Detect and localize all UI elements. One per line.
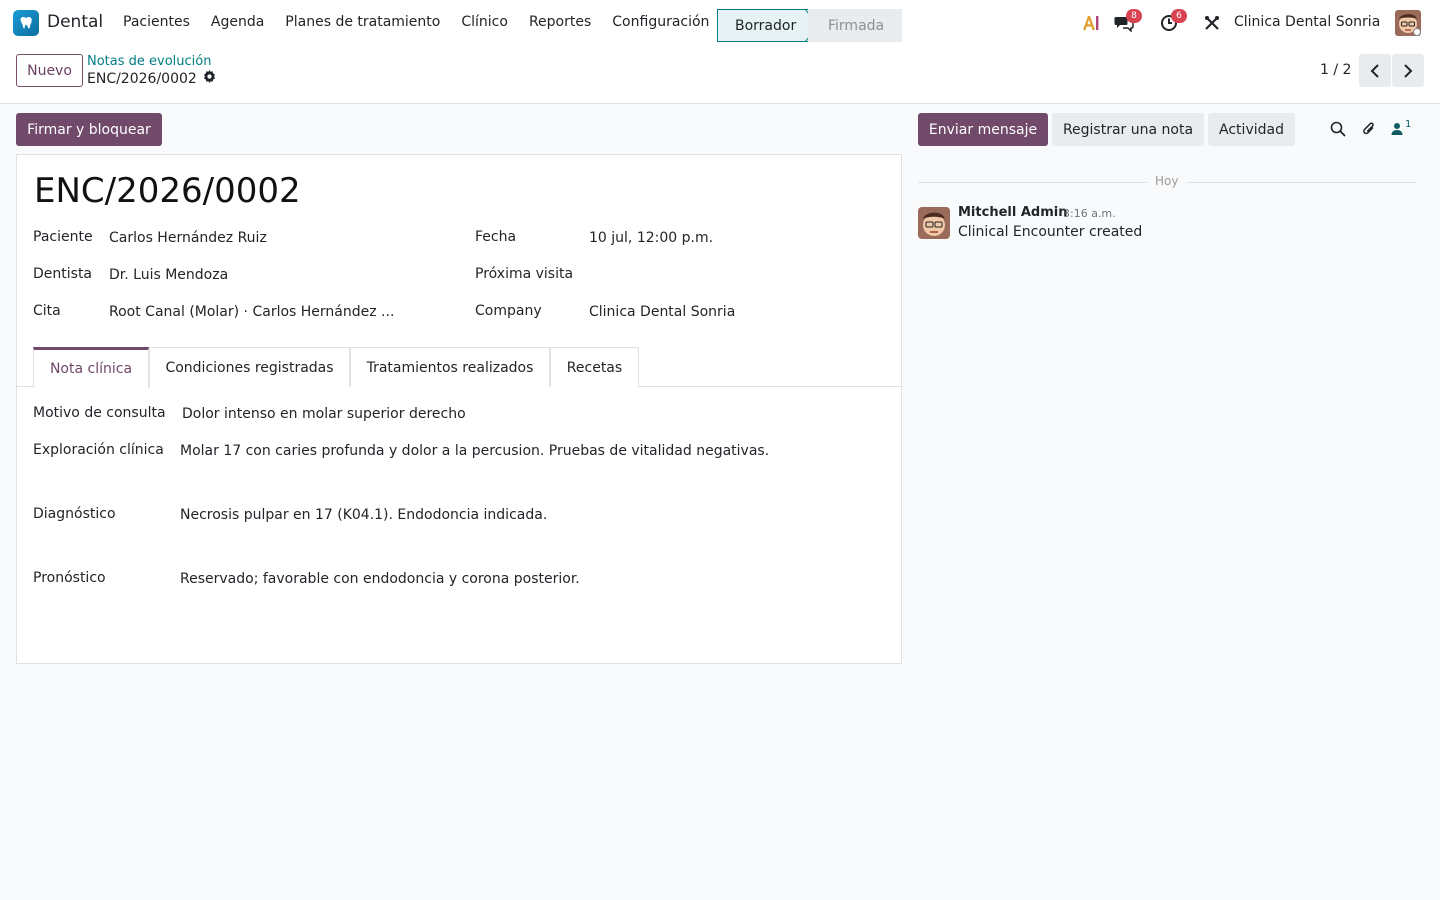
- tooth-app-icon[interactable]: [13, 10, 39, 36]
- message-author[interactable]: Mitchell Admin: [958, 205, 1067, 220]
- field-label-company: Company: [475, 303, 542, 319]
- followers-count: 1: [1405, 118, 1412, 130]
- log-note-button[interactable]: Registrar una nota: [1052, 113, 1204, 146]
- activities-clock-icon[interactable]: 6: [1159, 9, 1187, 33]
- note-label-exploracion: Exploración clínica: [33, 442, 164, 458]
- activity-button[interactable]: Actividad: [1208, 113, 1295, 146]
- field-label-proxima-visita: Próxima visita: [475, 266, 574, 282]
- tab-recetas[interactable]: Recetas: [550, 347, 639, 387]
- note-exploracion[interactable]: Molar 17 con caries profunda y dolor a l…: [180, 443, 769, 459]
- note-motivo[interactable]: Dolor intenso en molar superior derecho: [182, 406, 466, 422]
- pager-next-button[interactable]: [1392, 54, 1424, 87]
- activities-badge: 6: [1171, 9, 1187, 23]
- send-message-button[interactable]: Enviar mensaje: [918, 113, 1048, 146]
- chevron-right-icon: [1404, 63, 1413, 78]
- date-divider-label: Hoy: [1155, 174, 1179, 188]
- menu-configuracion[interactable]: Configuración: [612, 14, 709, 30]
- date-divider-line-left: [918, 182, 1147, 183]
- field-company[interactable]: Clinica Dental Sonria: [589, 304, 735, 320]
- stage-selector: Borrador: [717, 9, 819, 42]
- field-paciente[interactable]: Carlos Hernández Ruiz: [109, 230, 267, 246]
- field-label-cita: Cita: [33, 303, 61, 319]
- menu-planes[interactable]: Planes de tratamiento: [285, 14, 440, 30]
- messages-icon[interactable]: 8: [1114, 9, 1142, 33]
- date-divider-line-right: [1187, 182, 1416, 183]
- main-menu: Pacientes Agenda Planes de tratamiento C…: [123, 14, 730, 30]
- note-label-motivo: Motivo de consulta: [33, 405, 166, 421]
- ai-icon[interactable]: [1081, 13, 1101, 33]
- gear-icon[interactable]: [203, 70, 216, 87]
- field-label-paciente: Paciente: [33, 229, 93, 245]
- note-label-pronostico: Pronóstico: [33, 570, 106, 586]
- menu-agenda[interactable]: Agenda: [211, 14, 264, 30]
- pager-value[interactable]: 1 / 2: [1320, 62, 1351, 78]
- tab-condiciones[interactable]: Condiciones registradas: [149, 347, 350, 387]
- menu-pacientes[interactable]: Pacientes: [123, 14, 190, 30]
- message-author-avatar[interactable]: [918, 207, 950, 239]
- search-icon[interactable]: [1328, 119, 1348, 139]
- tab-nota-clinica[interactable]: Nota clínica: [33, 347, 149, 388]
- message-body: Clinical Encounter created: [958, 224, 1143, 240]
- breadcrumb-parent[interactable]: Notas de evolución: [87, 54, 211, 69]
- form-statusbar: Firmar y bloquear: [0, 104, 910, 154]
- field-cita[interactable]: Root Canal (Molar) · Carlos Hernández ..…: [109, 304, 394, 320]
- menu-reportes[interactable]: Reportes: [529, 14, 591, 30]
- pager-previous-button[interactable]: [1359, 54, 1391, 87]
- field-dentista[interactable]: Dr. Luis Mendoza: [109, 267, 228, 283]
- app-name[interactable]: Dental: [47, 12, 103, 32]
- note-pronostico[interactable]: Reservado; favorable con endodoncia y co…: [180, 571, 580, 587]
- stage-signed[interactable]: Firmada: [808, 9, 902, 42]
- messages-badge: 8: [1126, 9, 1142, 23]
- field-label-dentista: Dentista: [33, 266, 93, 282]
- menu-clinico[interactable]: Clínico: [461, 14, 508, 30]
- message-time: 3:16 a.m.: [1063, 207, 1116, 220]
- paperclip-icon[interactable]: [1359, 119, 1379, 139]
- company-switcher[interactable]: Clinica Dental Sonria: [1234, 14, 1380, 30]
- form-sheet: ENC/2026/0002 Paciente Carlos Hernández …: [16, 154, 903, 664]
- notebook-tabs: Nota clínica Condiciones registradas Tra…: [17, 347, 903, 388]
- follower-user-icon: [1391, 123, 1403, 135]
- sign-lock-button[interactable]: Firmar y bloquear: [16, 113, 162, 146]
- new-button[interactable]: Nuevo: [16, 54, 83, 87]
- stage-draft[interactable]: Borrador: [717, 9, 819, 42]
- note-label-diagnostico: Diagnóstico: [33, 506, 116, 522]
- field-fecha[interactable]: 10 jul, 12:00 p.m.: [589, 230, 713, 246]
- user-avatar[interactable]: [1395, 10, 1421, 36]
- followers-button[interactable]: 1: [1391, 119, 1421, 139]
- debug-tools-icon[interactable]: [1202, 13, 1222, 33]
- note-diagnostico[interactable]: Necrosis pulpar en 17 (K04.1). Endodonci…: [180, 507, 547, 523]
- chevron-left-icon: [1370, 63, 1379, 78]
- control-panel: Nuevo Notas de evolución ENC/2026/0002 1…: [0, 46, 1440, 104]
- field-label-fecha: Fecha: [475, 229, 517, 245]
- breadcrumb-current-label: ENC/2026/0002: [87, 70, 197, 87]
- record-title: ENC/2026/0002: [34, 171, 301, 211]
- tab-tratamientos[interactable]: Tratamientos realizados: [350, 347, 550, 387]
- breadcrumb-current: ENC/2026/0002: [87, 70, 216, 87]
